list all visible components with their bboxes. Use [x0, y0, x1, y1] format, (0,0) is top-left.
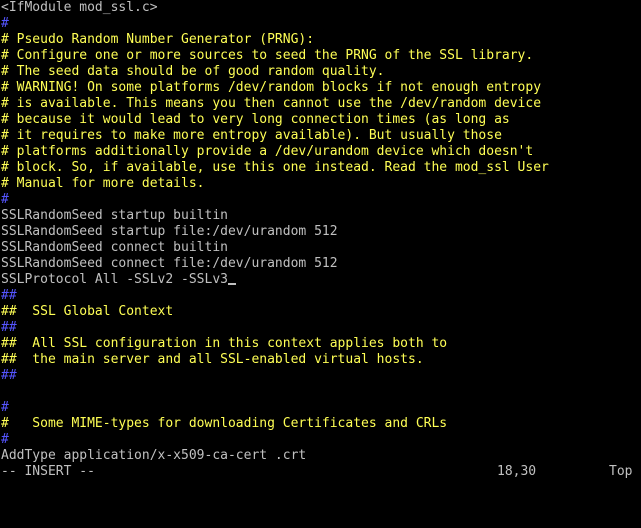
cursor-position: 18,30 — [497, 464, 537, 479]
line-text: # block. So, if available, use this one … — [1, 160, 549, 175]
line-text: # Configure one or more sources to seed … — [1, 48, 534, 63]
editor-line[interactable]: ## — [0, 288, 641, 304]
scroll-position: Top — [609, 464, 633, 479]
line-text: ## SSL Global Context — [1, 304, 174, 319]
editor-line[interactable]: SSLRandomSeed startup file:/dev/urandom … — [0, 224, 641, 240]
line-text: SSLProtocol All -SSLv2 -SSLv3 — [1, 272, 228, 287]
line-text: # because it would lead to very long con… — [1, 112, 510, 127]
editor-line[interactable]: # Pseudo Random Number Generator (PRNG): — [0, 32, 641, 48]
editor-line[interactable]: # it requires to make more entropy avail… — [0, 128, 641, 144]
editor-line[interactable]: # is available. This means you then cann… — [0, 96, 641, 112]
line-text: ## the main server and all SSL-enabled v… — [1, 352, 424, 367]
line-text: ## — [1, 288, 17, 303]
editor-line[interactable]: SSLProtocol All -SSLv2 -SSLv3 — [0, 272, 641, 288]
editor-line[interactable]: ## All SSL configuration in this context… — [0, 336, 641, 352]
line-text: # — [1, 16, 9, 31]
editor-line[interactable]: # The seed data should be of good random… — [0, 64, 641, 80]
editor-line[interactable]: # platforms additionally provide a /dev/… — [0, 144, 641, 160]
editor-line[interactable]: ## the main server and all SSL-enabled v… — [0, 352, 641, 368]
line-text: # platforms additionally provide a /dev/… — [1, 144, 534, 159]
line-text: # WARNING! On some platforms /dev/random… — [1, 80, 542, 95]
line-text: # — [1, 400, 9, 415]
editor-line[interactable]: # WARNING! On some platforms /dev/random… — [0, 80, 641, 96]
line-text: ## — [1, 320, 17, 335]
editor-line[interactable]: ## — [0, 368, 641, 384]
line-text: <IfModule mod_ssl.c> — [1, 0, 158, 15]
status-bar: -- INSERT -- 18,30 Top — [0, 464, 641, 480]
line-text: ## — [1, 368, 17, 383]
editor-line[interactable]: ## — [0, 320, 641, 336]
mode-indicator: -- INSERT -- — [1, 464, 95, 479]
editor-line[interactable]: # Configure one or more sources to seed … — [0, 48, 641, 64]
line-text: # The seed data should be of good random… — [1, 64, 385, 79]
editor-line[interactable]: SSLRandomSeed connect file:/dev/urandom … — [0, 256, 641, 272]
line-text: # it requires to make more entropy avail… — [1, 128, 502, 143]
line-text: SSLRandomSeed startup builtin — [1, 208, 228, 223]
editor-line[interactable]: # — [0, 432, 641, 448]
editor-line[interactable]: SSLRandomSeed startup builtin — [0, 208, 641, 224]
line-text: # Pseudo Random Number Generator (PRNG): — [1, 32, 315, 47]
line-text: # is available. This means you then cann… — [1, 96, 542, 111]
line-text: # — [1, 432, 9, 447]
editor-line[interactable]: # — [0, 16, 641, 32]
editor-line[interactable]: # because it would lead to very long con… — [0, 112, 641, 128]
line-text: SSLRandomSeed connect file:/dev/urandom … — [1, 256, 338, 271]
text-cursor — [227, 283, 236, 285]
editor-line[interactable]: SSLRandomSeed connect builtin — [0, 240, 641, 256]
line-text: AddType application/x-x509-ca-cert .crt — [1, 448, 307, 463]
editor-line[interactable] — [0, 384, 641, 400]
editor-line[interactable]: # — [0, 192, 641, 208]
line-text: # Some MIME-types for downloading Certif… — [1, 416, 448, 431]
editor-line[interactable]: # — [0, 400, 641, 416]
editor-line[interactable]: ## SSL Global Context — [0, 304, 641, 320]
editor-line[interactable]: <IfModule mod_ssl.c> — [0, 0, 641, 16]
editor-line[interactable]: # block. So, if available, use this one … — [0, 160, 641, 176]
line-text: SSLRandomSeed connect builtin — [1, 240, 228, 255]
line-text: ## All SSL configuration in this context… — [1, 336, 448, 351]
editor-line[interactable]: # Some MIME-types for downloading Certif… — [0, 416, 641, 432]
editor-buffer[interactable]: <IfModule mod_ssl.c> # # Pseudo Random Num… — [0, 0, 641, 464]
line-text: # — [1, 192, 9, 207]
line-text: SSLRandomSeed startup file:/dev/urandom … — [1, 224, 338, 239]
line-text: # Manual for more details. — [1, 176, 205, 191]
editor-line[interactable]: # Manual for more details. — [0, 176, 641, 192]
editor-line[interactable]: AddType application/x-x509-ca-cert .crt — [0, 448, 641, 464]
